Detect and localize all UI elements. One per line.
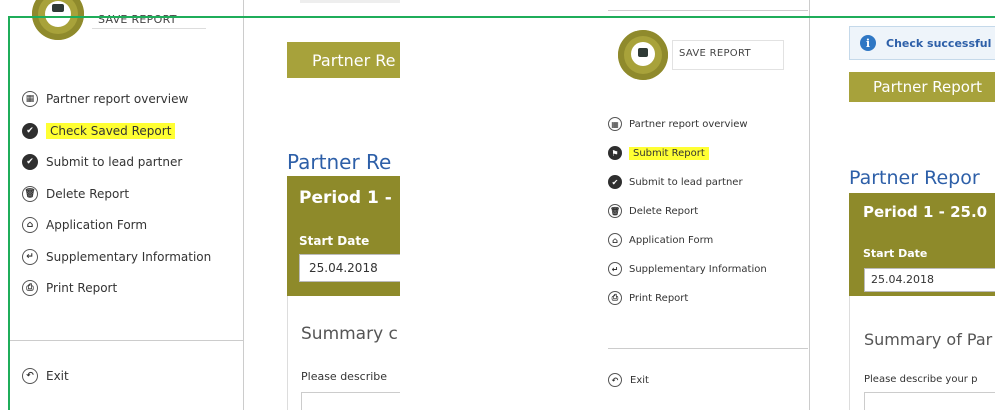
lock-icon — [638, 48, 648, 57]
info-icon: i — [860, 35, 876, 51]
start-date-input[interactable]: 25.04.2018 — [299, 254, 400, 282]
nav-item-supplementary-information[interactable]: ↵ Supplementary Information — [608, 259, 767, 279]
save-report-label[interactable]: SAVE REPORT — [98, 13, 177, 26]
describe-textarea[interactable] — [864, 392, 995, 410]
nav-label: Check Saved Report — [46, 122, 176, 139]
nav-item-submit-report[interactable]: ⚑ Submit Report — [608, 143, 709, 163]
right-sidebar-border — [809, 0, 810, 410]
trash-icon: 🗑 — [608, 204, 622, 218]
nav-label: Submit Report — [629, 146, 709, 160]
exit-button[interactable]: ↶ Exit — [22, 366, 69, 386]
start-date-label: Start Date — [299, 234, 370, 248]
nav-item-application-form[interactable]: ⌂ Application Form — [608, 230, 713, 250]
right-screenshot: SAVE REPORT ▦ Partner report overview ⚑ Sub… — [580, 0, 995, 410]
arrow-icon: ↵ — [608, 262, 622, 276]
save-report-label[interactable]: SAVE REPORT — [679, 48, 751, 59]
nav-label: Delete Report — [46, 186, 130, 201]
nav-item-submit-to-lead-partner[interactable]: ✔ Submit to lead partner — [22, 152, 182, 172]
nav-label: Delete Report — [629, 205, 699, 217]
nav-item-partner-report-overview[interactable]: ▦ Partner report overview — [22, 89, 188, 109]
nav-label: Print Report — [46, 281, 118, 295]
nav-item-partner-report-overview[interactable]: ▦ Partner report overview — [608, 114, 748, 134]
exit-label: Exit — [630, 374, 649, 386]
right-sidebar: SAVE REPORT ▦ Partner report overview ⚑ Sub… — [580, 0, 809, 410]
partner-report-tab[interactable]: Partner Re — [287, 42, 400, 78]
sidebar-divider — [8, 340, 243, 341]
summary-heading: Summary of Par — [864, 330, 993, 349]
nav-label: Submit to lead partner — [629, 176, 743, 188]
bank-icon: ⌂ — [22, 217, 38, 233]
exit-icon: ↶ — [22, 368, 38, 384]
flag-icon: ⚑ — [608, 146, 622, 160]
bank-icon: ⌂ — [608, 233, 622, 247]
nav-item-print-report[interactable]: ⎙ Print Report — [608, 288, 688, 308]
left-sidebar: SAVE REPORT ▦ Partner report overview ✔ Che… — [0, 0, 243, 410]
grid-icon: ▦ — [608, 117, 622, 131]
describe-text: Please describe your p — [864, 374, 978, 385]
nav-item-delete-report[interactable]: 🗑 Delete Report — [22, 184, 129, 204]
describe-text: Please describe — [301, 370, 388, 383]
nav-item-application-form[interactable]: ⌂ Application Form — [22, 215, 147, 235]
check-icon: ✔ — [22, 122, 38, 139]
start-date-input[interactable]: 25.04.2018 — [864, 268, 995, 292]
check-successful-notice: i Check successful — [849, 26, 995, 60]
exit-button[interactable]: ↶ Exit — [608, 370, 649, 390]
summary-heading: Summary c — [301, 324, 398, 344]
briefcase-icon — [52, 4, 64, 12]
check-icon: ✔ — [22, 154, 38, 170]
nav-item-supplementary-information[interactable]: ↵ Supplementary Information — [22, 247, 211, 267]
print-icon: ⎙ — [22, 280, 38, 296]
describe-textarea[interactable] — [301, 392, 400, 410]
nav-label: Application Form — [629, 234, 714, 246]
left-sidebar-border — [243, 0, 244, 410]
nav-label: Print Report — [629, 292, 689, 304]
page-title: Partner Repor — [849, 167, 980, 189]
partner-report-tab[interactable]: Partner Report — [849, 72, 995, 102]
nav-label: Supplementary Information — [46, 249, 212, 264]
sidebar-divider — [608, 348, 808, 349]
nav-label: Supplementary Information — [629, 263, 767, 275]
save-report-logo[interactable] — [32, 0, 84, 40]
nav-label: Submit to lead partner — [46, 155, 183, 169]
nav-item-submit-to-lead-partner[interactable]: ✔ Submit to lead partner — [608, 172, 743, 192]
nav-label: Application Form — [46, 218, 148, 232]
nav-item-print-report[interactable]: ⎙ Print Report — [22, 278, 117, 298]
print-icon: ⎙ — [608, 291, 622, 305]
save-report-logo[interactable] — [618, 30, 668, 80]
nav-item-check-saved-report[interactable]: ✔ Check Saved Report — [22, 121, 176, 141]
check-icon: ✔ — [608, 175, 622, 189]
period-heading: Period 1 - — [299, 188, 392, 208]
summary-section: Summary c Please describe — [287, 296, 400, 410]
exit-icon: ↶ — [608, 373, 622, 387]
grid-icon: ▦ — [22, 91, 38, 107]
summary-section: Summary of Par Please describe your p — [849, 296, 995, 410]
left-screenshot: SAVE REPORT ▦ Partner report overview ✔ Che… — [0, 0, 400, 410]
nav-label: Partner report overview — [46, 92, 189, 106]
nav-label: Partner report overview — [629, 118, 748, 130]
start-date-label: Start Date — [863, 247, 928, 260]
page-title: Partner Re — [287, 150, 392, 174]
trash-icon: 🗑 — [22, 185, 38, 202]
exit-label: Exit — [46, 369, 69, 383]
arrow-icon: ↵ — [22, 248, 38, 265]
period-heading: Period 1 - 25.0 — [863, 203, 988, 221]
nav-item-delete-report[interactable]: 🗑 Delete Report — [608, 201, 698, 221]
